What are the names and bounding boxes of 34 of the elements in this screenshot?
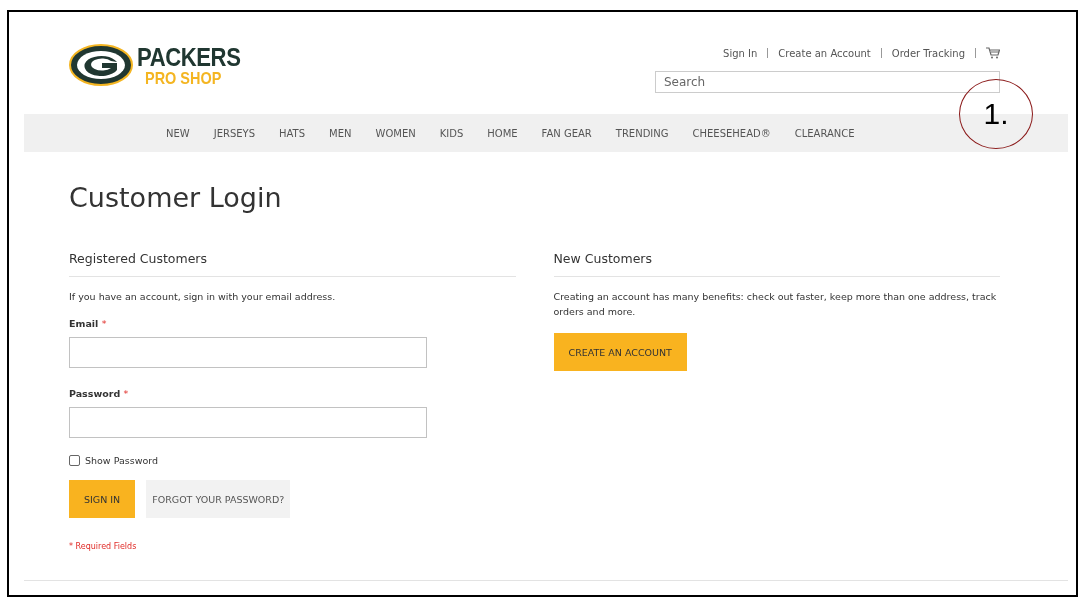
intro-text: If you have an account, sign in with your email address. xyxy=(69,290,337,304)
required-note: * Required Fields xyxy=(69,542,137,551)
nav-item[interactable]: KIDS xyxy=(427,127,476,139)
section-heading: Registered Customers xyxy=(69,251,516,277)
nav-item[interactable]: JERSEYS xyxy=(201,127,268,139)
section-heading: New Customers xyxy=(553,251,1000,277)
nav-item[interactable]: HOME xyxy=(475,127,530,139)
field-label: Email * xyxy=(69,318,108,329)
logo-title: PACKERS xyxy=(137,43,241,70)
nav-item[interactable]: HATS xyxy=(267,127,318,139)
header-link[interactable]: Create an Account xyxy=(778,47,871,59)
logo-subtitle: PRO SHOP xyxy=(145,69,223,87)
nav-item[interactable]: FAN GEAR xyxy=(529,127,604,139)
page-title: Customer Login xyxy=(69,182,283,213)
nav-item[interactable]: WOMEN xyxy=(363,127,428,139)
header-link[interactable]: Order Tracking xyxy=(891,47,965,59)
field-label: Password * xyxy=(69,388,130,399)
nav-item[interactable]: CLEARANCE xyxy=(782,127,867,139)
nav-item[interactable]: NEW xyxy=(154,127,202,139)
header-link[interactable]: Sign In xyxy=(723,47,758,59)
input-field[interactable] xyxy=(69,337,427,368)
nav-item[interactable]: MEN xyxy=(317,127,364,139)
benefits-text: Creating an account has many benefits: check out faster, keep more than one address, track orders and more. xyxy=(553,290,998,319)
nav-item[interactable]: TRENDING xyxy=(603,127,681,139)
input-field[interactable] xyxy=(69,407,427,438)
search-field[interactable]: Search xyxy=(655,71,1000,93)
sign-in-button[interactable]: SIGN IN xyxy=(69,480,136,518)
create-account-button[interactable]: CREATE AN ACCOUNT xyxy=(553,333,687,371)
checkbox[interactable] xyxy=(69,455,80,466)
logo-icon xyxy=(69,43,133,87)
cart-icon[interactable] xyxy=(986,47,1000,59)
nav-item[interactable]: CHEESEHEAD® xyxy=(680,127,783,139)
checkbox-label: Show Password xyxy=(85,455,159,466)
forgot-password-button[interactable]: FORGOT YOUR PASSWORD? xyxy=(146,480,291,518)
